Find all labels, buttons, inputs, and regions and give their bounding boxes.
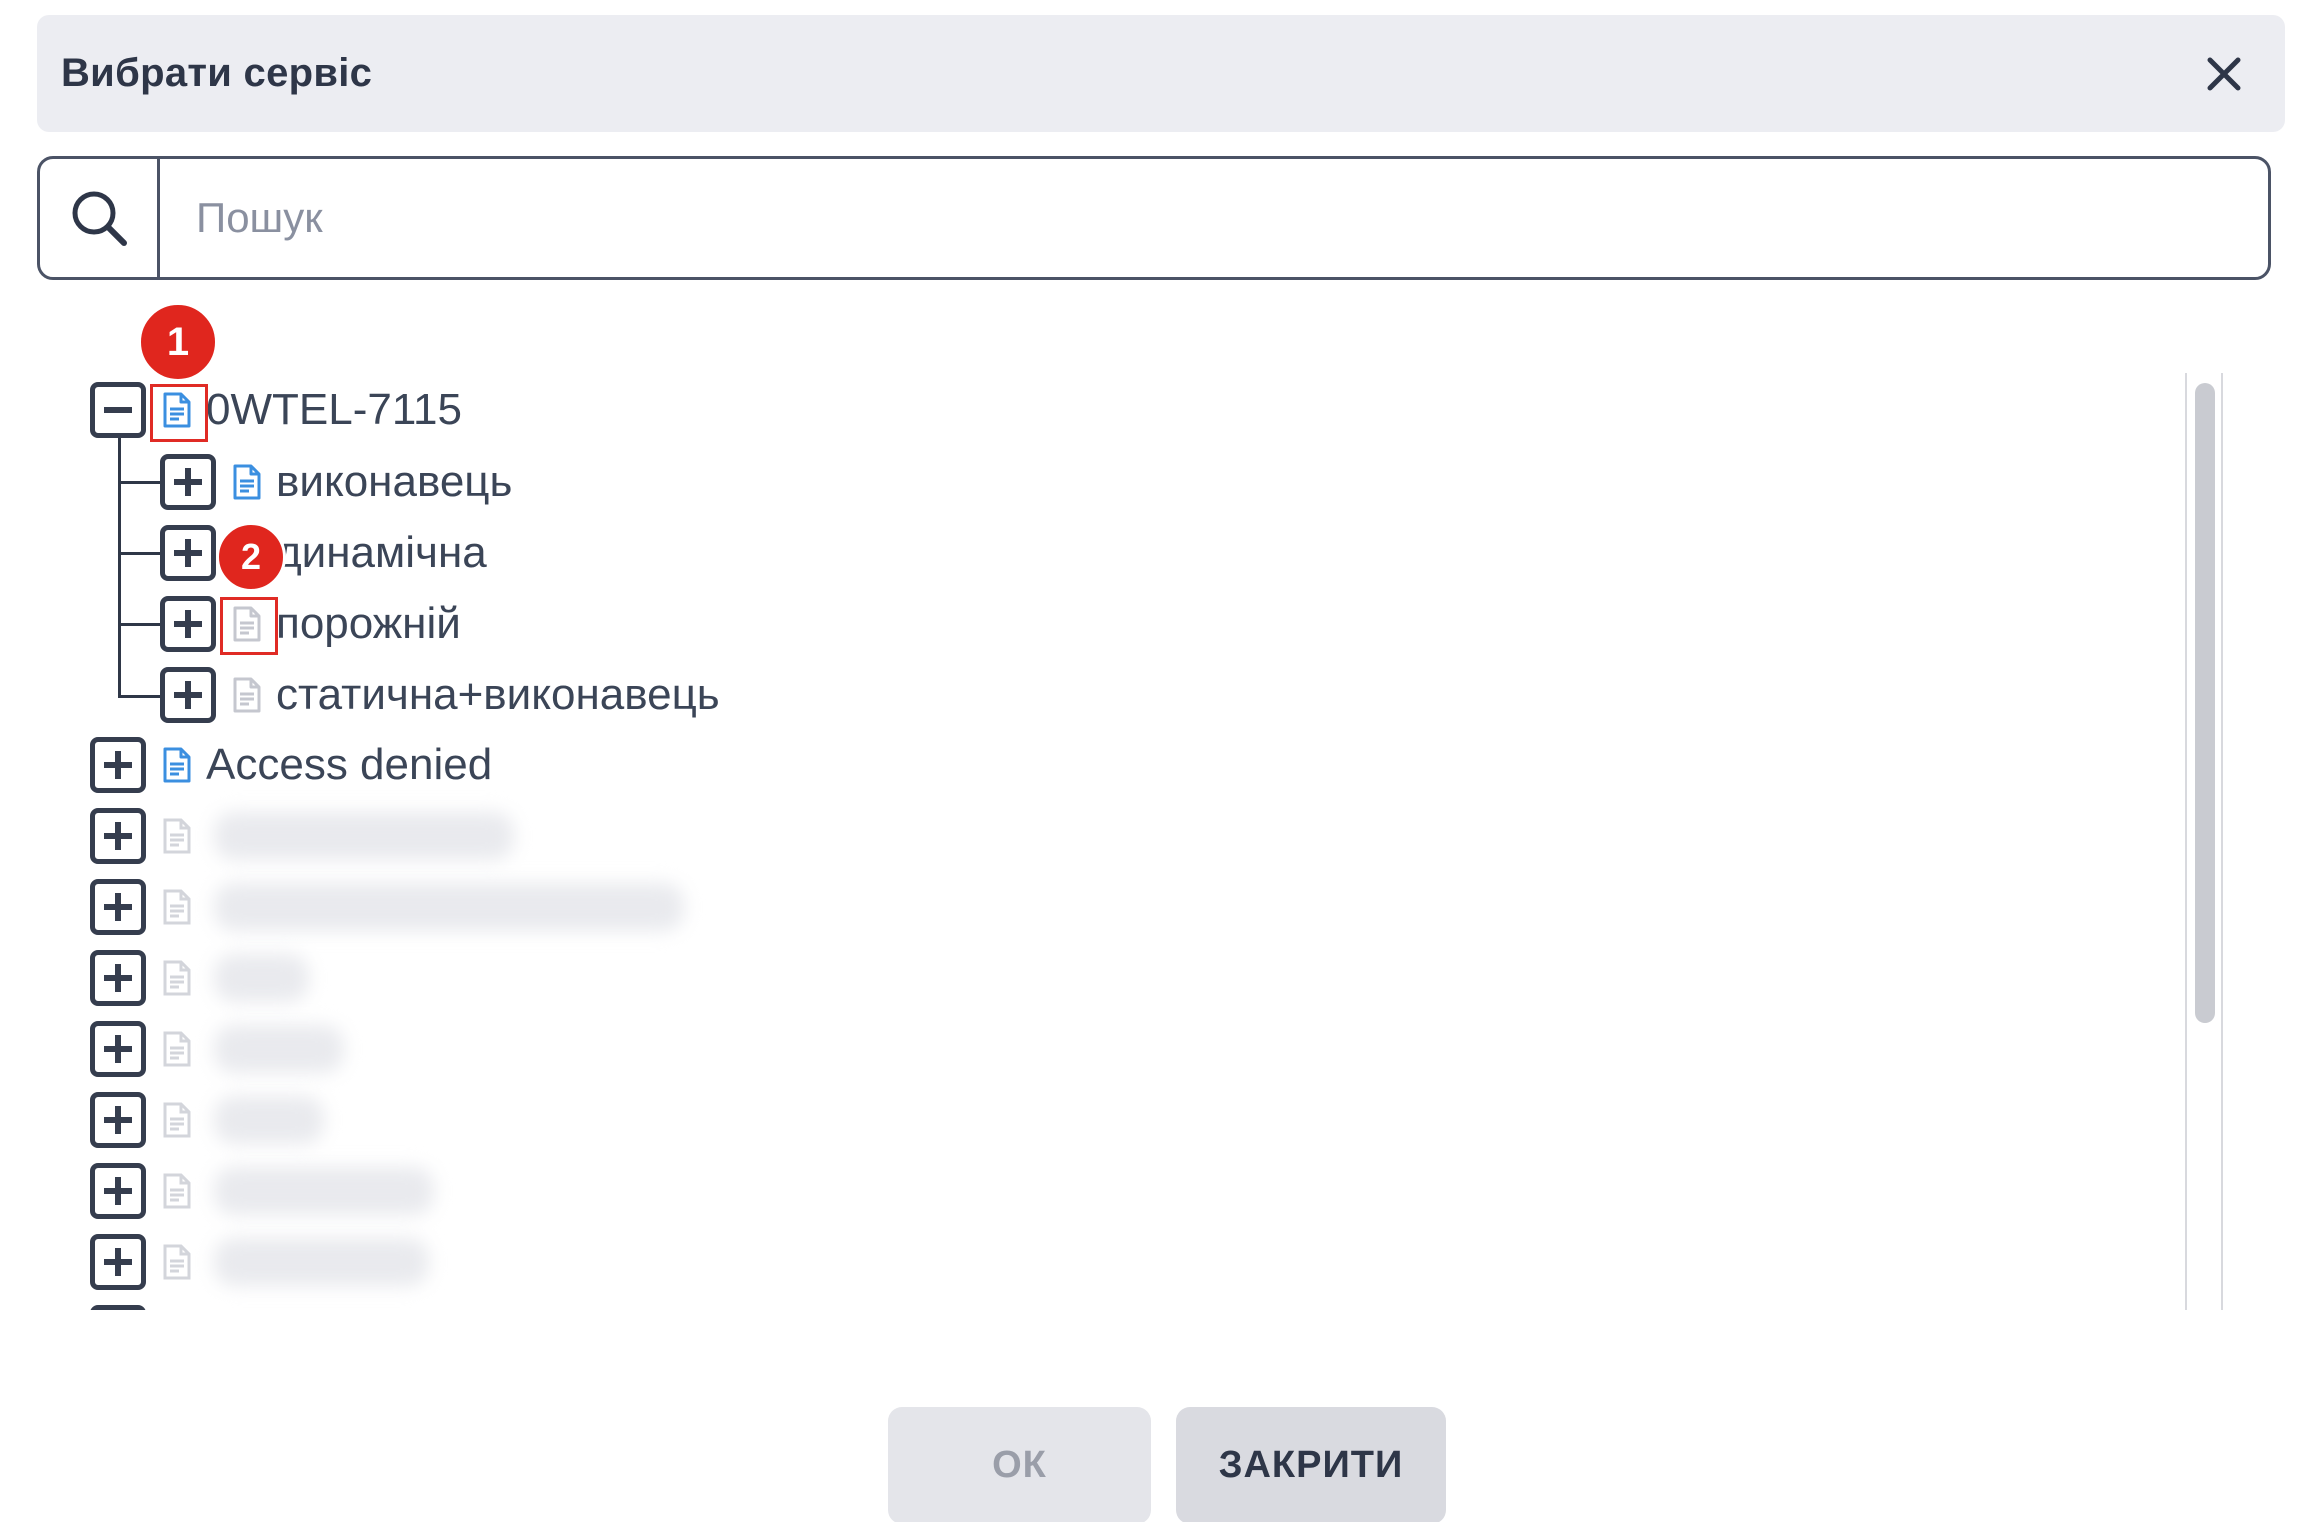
blurred-label[interactable] [214,1167,434,1215]
tree-node-root [90,1156,434,1226]
document-icon [160,1030,194,1068]
expand-toggle[interactable] [90,1092,146,1148]
expand-toggle[interactable] [90,1021,146,1077]
expand-toggle[interactable] [90,808,146,864]
document-icon [160,817,194,855]
close-button[interactable]: ЗАКРИТИ [1176,1407,1446,1522]
tree-node-root: 0WTEL-7115 [90,375,462,445]
blurred-label[interactable] [214,883,684,931]
document-icon [160,959,194,997]
annotation-highlight-2 [220,597,278,655]
expand-toggle[interactable] [90,1305,146,1310]
tree-node-root: Access denied [90,730,492,800]
tree-node-root [90,1227,429,1297]
expand-toggle[interactable] [90,1234,146,1290]
tree-node-root [90,801,514,871]
annotation-badge-1: 1 [138,302,218,382]
document-icon [230,463,264,501]
expand-toggle[interactable] [160,525,216,581]
collapse-toggle[interactable] [90,382,146,438]
blurred-label[interactable] [214,1096,324,1144]
tree-connector [118,552,162,555]
tree-node-root [90,872,684,942]
expand-toggle[interactable] [90,737,146,793]
blurred-label[interactable] [214,1238,429,1286]
document-icon [160,1243,194,1281]
document-icon [230,676,264,714]
tree-node-root [90,1014,344,1084]
tree-node-root [90,943,309,1013]
expand-toggle[interactable] [90,879,146,935]
blurred-label[interactable] [214,812,514,860]
expand-toggle[interactable] [160,596,216,652]
scrollbar-thumb[interactable] [2195,383,2215,1023]
service-tree: 0WTEL-7115 виконавець динамічна порожній… [0,300,2230,1310]
expand-toggle[interactable] [90,950,146,1006]
tree-node-root [90,1085,324,1155]
annotation-badge-2: 2 [216,522,286,592]
tree-node-child: статична+виконавець [160,660,720,730]
dialog-header: Вибрати сервіс [37,15,2285,132]
annotation-highlight-1 [150,384,208,442]
search-input[interactable] [160,159,2268,277]
document-icon [160,1101,194,1139]
tree-connector-vertical [118,435,121,698]
scrollbar[interactable] [2185,373,2223,1310]
tree-node-child: виконавець [160,447,512,517]
search-icon[interactable] [40,159,160,277]
document-icon [160,1172,194,1210]
blurred-label[interactable] [214,1025,344,1073]
tree-node-label[interactable]: Access denied [206,740,492,790]
tree-connector [118,695,162,698]
close-icon[interactable] [2199,49,2249,99]
tree-node-label[interactable]: 0WTEL-7115 [206,385,462,435]
tree-connector [118,623,162,626]
dialog-title: Вибрати сервіс [61,51,373,95]
search-box [37,156,2271,280]
expand-toggle[interactable] [160,667,216,723]
tree-node-root [90,1298,146,1310]
tree-connector [118,481,162,484]
expand-toggle[interactable] [160,454,216,510]
tree-node-child: порожній [160,589,461,659]
tree-node-label[interactable]: динамічна [276,528,487,578]
tree-node-label[interactable]: статична+виконавець [276,670,720,720]
tree-node-label[interactable]: порожній [276,599,461,649]
document-icon [160,888,194,926]
ok-button[interactable]: ОК [888,1407,1151,1522]
blurred-label[interactable] [214,954,309,1002]
tree-node-child: динамічна [160,518,487,588]
tree-node-label[interactable]: виконавець [276,457,512,507]
document-icon [160,746,194,784]
expand-toggle[interactable] [90,1163,146,1219]
